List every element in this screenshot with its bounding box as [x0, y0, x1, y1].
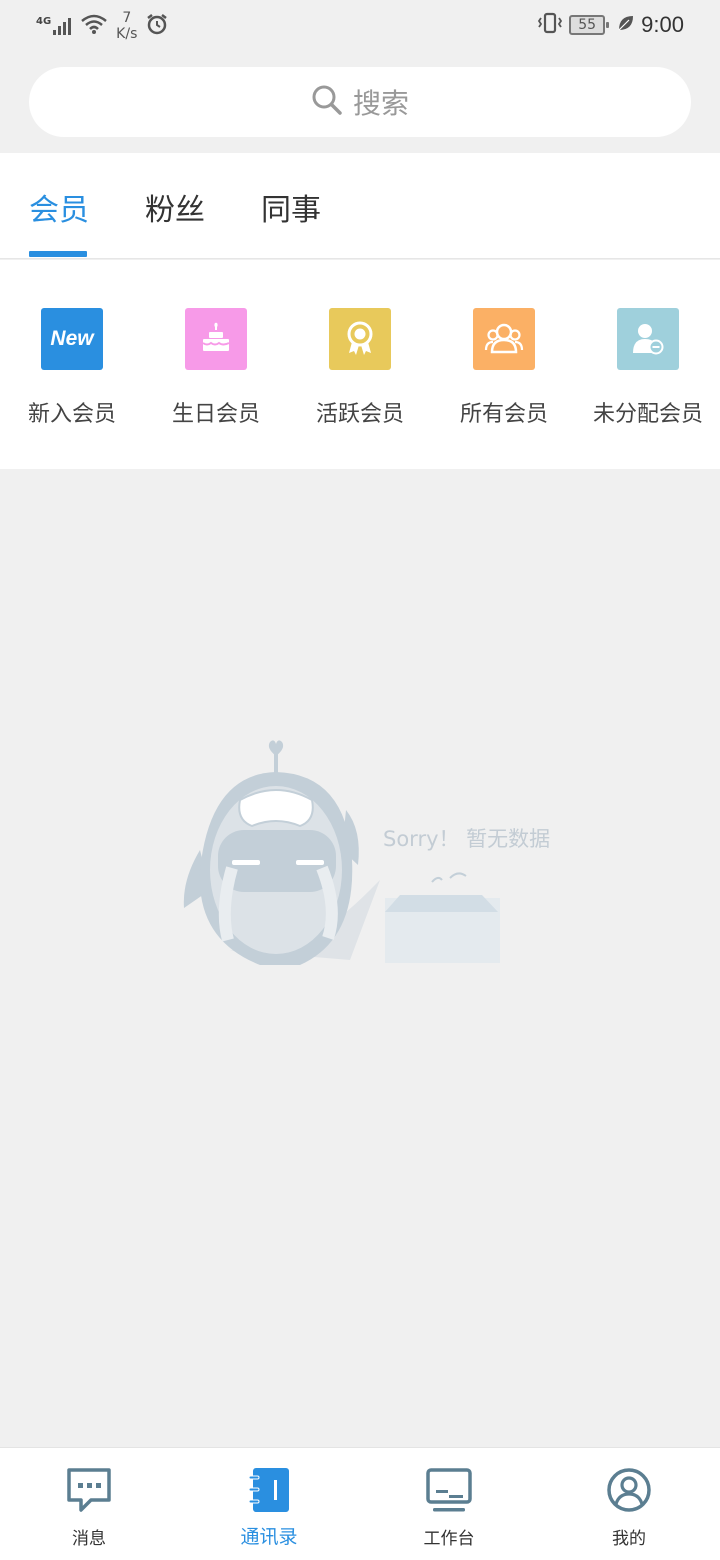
status-bar: 4G 7 K/s 55 9:00 [0, 0, 720, 52]
chat-bubble-icon [65, 1466, 113, 1520]
network-type: 4G [36, 16, 52, 27]
active-tab-indicator [29, 251, 87, 257]
new-badge-text: New [50, 327, 94, 350]
network-speed: 7 K/s [116, 10, 137, 42]
contacts-book-icon [245, 1466, 293, 1518]
bottom-navigation: 消息 通讯录 工作台 我的 [0, 1447, 720, 1560]
category-birthday-members[interactable]: 生日会员 [144, 308, 288, 428]
vibrate-icon [537, 12, 563, 38]
user-circle-icon [605, 1466, 653, 1520]
user-minus-icon [617, 308, 679, 370]
search-placeholder: 搜索 [352, 87, 409, 120]
category-new-members[interactable]: New 新入会员 [0, 308, 144, 428]
nav-profile[interactable]: 我的 [569, 1466, 689, 1549]
empty-state: Sorry！ 暂无数据 [170, 730, 550, 980]
category-label: 未分配会员 [592, 402, 703, 427]
speed-unit: K/s [116, 26, 138, 42]
tab-fans[interactable]: 粉丝 [145, 185, 205, 229]
nav-messages[interactable]: 消息 [29, 1466, 149, 1549]
category-unassigned-members[interactable]: 未分配会员 [576, 308, 720, 428]
category-label: 新入会员 [27, 402, 116, 427]
member-categories: New 新入会员 生日会员 活跃会员 所有会员 未分配会员 [0, 260, 720, 469]
nav-contacts[interactable]: 通讯录 [209, 1466, 329, 1549]
new-badge-icon: New [41, 308, 103, 370]
tab-members[interactable]: 会员 [29, 185, 89, 229]
clock: 9:00 [641, 12, 684, 37]
nav-label: 我的 [612, 1529, 646, 1549]
award-ribbon-icon [329, 308, 391, 370]
category-label: 所有会员 [459, 402, 548, 427]
group-icon [473, 308, 535, 370]
wifi-icon [80, 13, 108, 39]
alarm-icon [145, 12, 169, 40]
tab-bar: 会员 粉丝 同事 [0, 153, 720, 259]
empty-state-text: Sorry！ 暂无数据 [383, 827, 551, 851]
category-label: 生日会员 [171, 402, 260, 427]
cake-icon [185, 308, 247, 370]
category-label: 活跃会员 [315, 402, 404, 427]
speed-value: 7 [122, 10, 132, 26]
crying-robot-illustration [183, 740, 500, 965]
nav-label: 消息 [72, 1529, 106, 1549]
category-all-members[interactable]: 所有会员 [432, 308, 576, 428]
battery-indicator: 55 [569, 15, 610, 35]
nav-workbench[interactable]: 工作台 [389, 1466, 509, 1549]
monitor-icon [425, 1466, 473, 1520]
search-input[interactable]: 搜索 [29, 67, 691, 137]
nav-label: 工作台 [423, 1529, 475, 1549]
nav-label: 通讯录 [240, 1526, 298, 1548]
leaf-icon [617, 14, 635, 36]
category-active-members[interactable]: 活跃会员 [288, 308, 432, 428]
search-icon [311, 84, 343, 120]
signal-icon: 4G [36, 16, 72, 36]
tab-colleagues[interactable]: 同事 [261, 185, 321, 229]
